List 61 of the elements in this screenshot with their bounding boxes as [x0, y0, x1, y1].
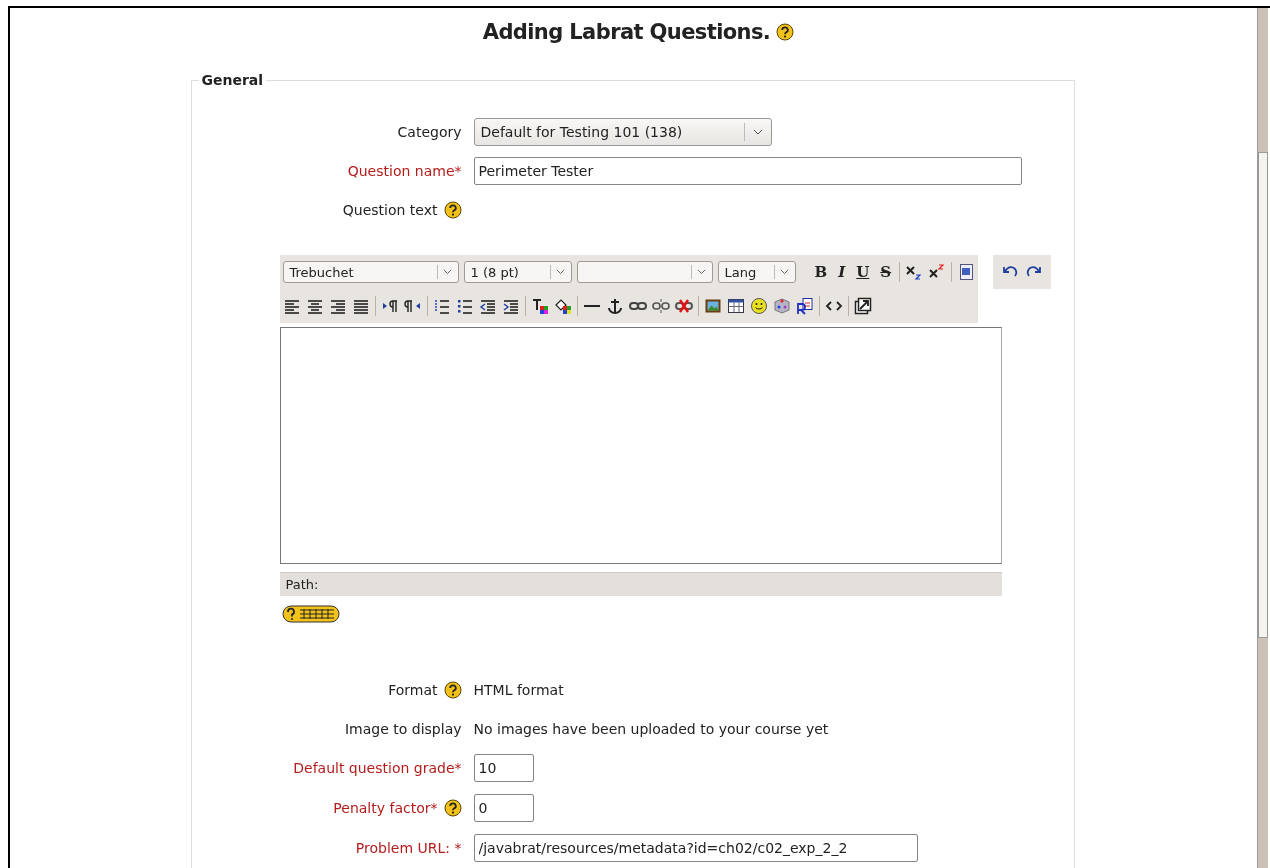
- keyboard-help-button[interactable]: [281, 604, 342, 624]
- chevron-down-icon: [556, 269, 565, 275]
- field-value: No images have been uploaded to your course yet: [473, 720, 830, 737]
- field-label: Penalty factor*: [333, 800, 438, 816]
- search-replace-icon[interactable]: [795, 297, 814, 315]
- language-select[interactable]: Lang: [717, 261, 796, 283]
- field-label: Problem URL: *: [355, 840, 462, 856]
- field-value: HTML format: [473, 681, 565, 698]
- bullet-list-icon[interactable]: [455, 297, 474, 315]
- style-button[interactable]: S: [877, 263, 895, 281]
- align-left-icon[interactable]: [282, 297, 301, 315]
- image-icon[interactable]: [703, 297, 722, 315]
- cube-icon[interactable]: [772, 297, 791, 315]
- smiley-icon[interactable]: [749, 297, 768, 315]
- right-to-left-icon[interactable]: [403, 297, 422, 315]
- unlink-icon[interactable]: [651, 297, 670, 315]
- help-icon[interactable]: [443, 799, 462, 817]
- style-button[interactable]: I: [835, 263, 849, 281]
- chevron-down-icon: [752, 128, 763, 135]
- align-right-icon[interactable]: [328, 297, 347, 315]
- indent-icon[interactable]: [501, 297, 520, 315]
- remove-link-icon[interactable]: [674, 297, 693, 315]
- font-select[interactable]: Trebuchet: [282, 261, 459, 283]
- chevron-down-icon: [697, 269, 706, 275]
- style-button[interactable]: B: [811, 263, 831, 281]
- field-label: Question text: [342, 201, 438, 218]
- style-button[interactable]: U: [853, 263, 873, 281]
- field-label: Category: [397, 123, 462, 140]
- paste-word-icon[interactable]: [957, 263, 976, 281]
- help-icon[interactable]: [776, 23, 795, 41]
- field-label: Question name*: [347, 162, 462, 179]
- keyboard-help-icon: [281, 604, 340, 624]
- path-label: Path:: [285, 577, 319, 592]
- category-select[interactable]: Default for Testing 101 (138): [473, 117, 772, 146]
- text-color-icon[interactable]: [530, 297, 549, 315]
- field-label: Image to display: [345, 720, 462, 737]
- field-label: Default question grade*: [293, 760, 462, 776]
- size-select[interactable]: 1 (8 pt): [463, 261, 572, 283]
- help-icon[interactable]: [443, 680, 462, 699]
- section-legend: General: [198, 72, 267, 88]
- outdent-icon[interactable]: [478, 297, 497, 315]
- left-to-right-icon[interactable]: [380, 297, 399, 315]
- input-field[interactable]: Perimeter Tester: [473, 156, 1022, 185]
- chevron-down-icon: [780, 269, 789, 275]
- fill-color-icon[interactable]: [553, 297, 572, 315]
- numbered-list-icon[interactable]: [432, 297, 451, 315]
- subscript-icon[interactable]: [905, 263, 924, 281]
- align-center-icon[interactable]: [305, 297, 324, 315]
- help-icon[interactable]: [443, 200, 462, 219]
- fullscreen-icon[interactable]: [853, 297, 872, 315]
- scrollbar[interactable]: [1257, 8, 1268, 868]
- table-icon[interactable]: [726, 297, 745, 315]
- anchor-icon[interactable]: [605, 297, 624, 315]
- align-justify-icon[interactable]: [351, 297, 370, 315]
- input-field[interactable]: 10: [473, 754, 534, 782]
- page-title: Adding Labrat Questions.: [482, 20, 771, 44]
- input-field[interactable]: 0: [473, 794, 534, 822]
- field-label: Format: [388, 681, 438, 698]
- input-field[interactable]: /javabrat/resources/metadata?id=ch02/c02_exp_2_2: [473, 834, 918, 862]
- format-select[interactable]: [576, 261, 713, 283]
- chevron-down-icon: [443, 269, 452, 275]
